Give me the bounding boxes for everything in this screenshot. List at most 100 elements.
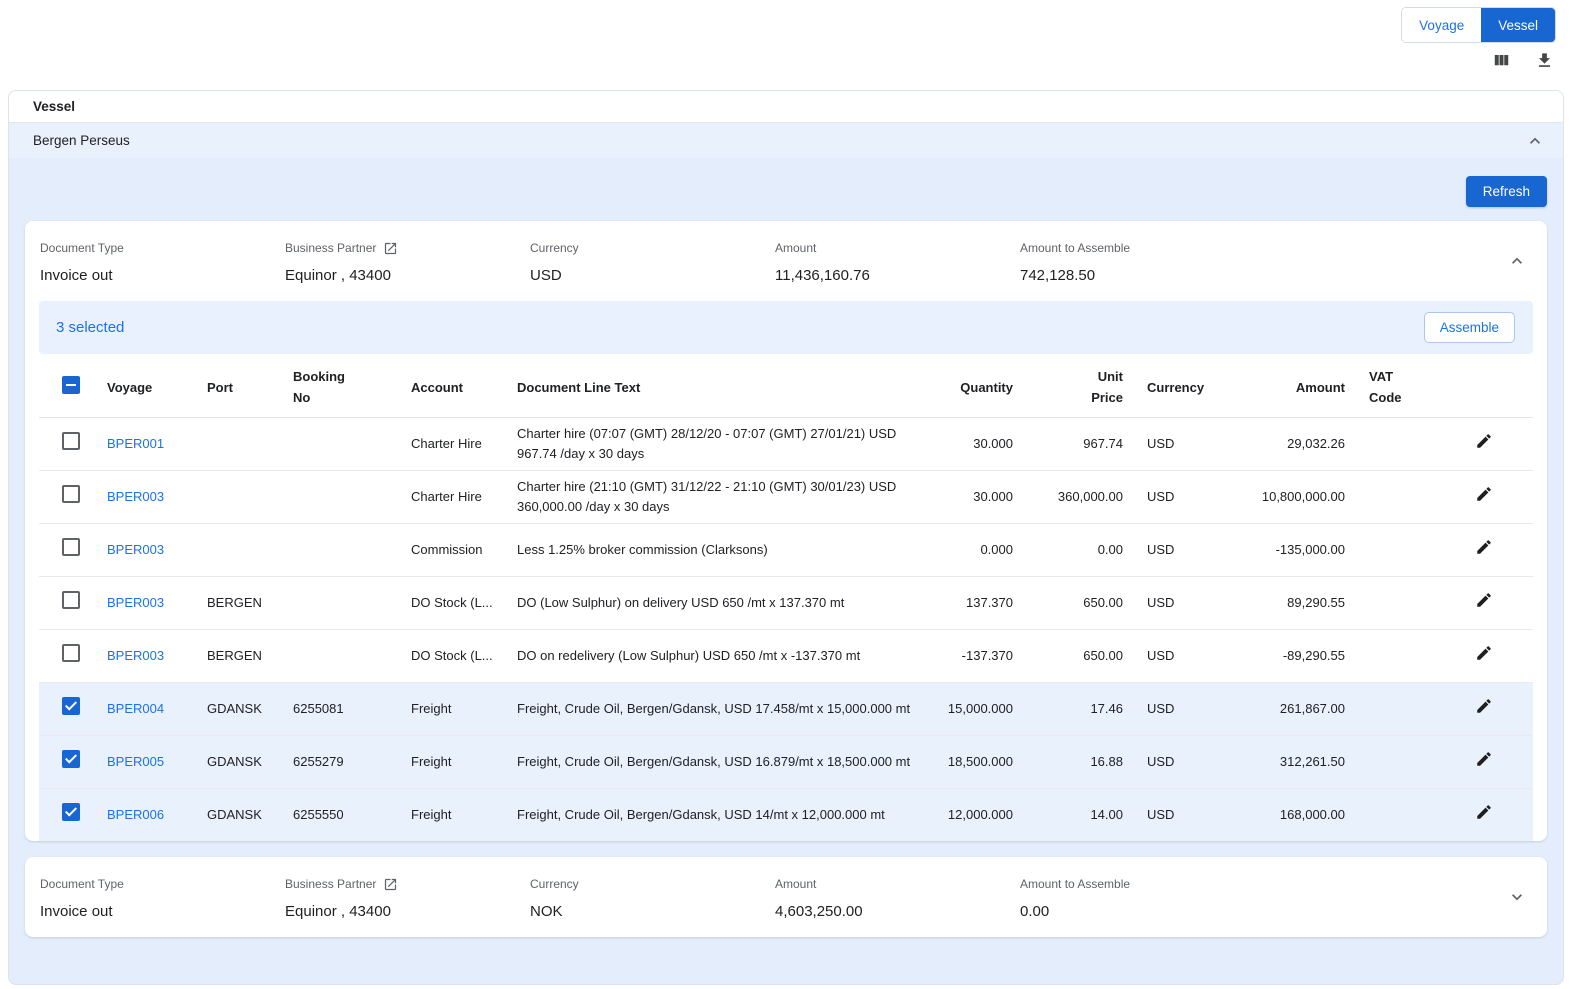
cell-unit-price: 16.88 — [1025, 735, 1135, 788]
field-value: Invoice out — [40, 267, 275, 284]
cell-unit-price: 650.00 — [1025, 576, 1135, 629]
row-checkbox[interactable] — [62, 803, 80, 821]
vessel-toggle-button[interactable]: Vessel — [1481, 8, 1555, 42]
vessel-name: Bergen Perseus — [33, 133, 130, 148]
assemble-button[interactable]: Assemble — [1424, 312, 1515, 343]
selected-count: 3 selected — [56, 319, 124, 336]
field-label: Document Type — [40, 240, 275, 256]
cell-quantity: 0.000 — [925, 523, 1025, 576]
cell-booking-no — [281, 576, 399, 629]
table-row[interactable]: BPER003 BERGEN DO Stock (L... DO (Low Su… — [39, 576, 1533, 629]
edit-icon[interactable] — [1475, 803, 1493, 821]
cell-voyage: BPER003 — [95, 576, 195, 629]
external-link-icon[interactable] — [383, 877, 398, 892]
external-link-icon[interactable] — [383, 241, 398, 256]
cell-account: Commission — [399, 523, 505, 576]
voyage-link[interactable]: BPER003 — [107, 595, 164, 610]
field-label: Amount — [775, 876, 1010, 892]
edit-icon[interactable] — [1475, 697, 1493, 715]
row-checkbox[interactable] — [62, 697, 80, 715]
voyage-link[interactable]: BPER003 — [107, 648, 164, 663]
document-summary: Document Type Invoice out Business Partn… — [25, 221, 1547, 301]
cell-port — [195, 523, 281, 576]
voyage-toggle-button[interactable]: Voyage — [1402, 8, 1481, 42]
cell-amount: -135,000.00 — [1217, 523, 1357, 576]
field-value: Invoice out — [40, 903, 275, 920]
table-row[interactable]: BPER001 Charter Hire Charter hire (07:07… — [39, 417, 1533, 470]
cell-checkbox — [39, 576, 95, 629]
field-value: Equinor , 43400 — [285, 903, 520, 920]
field-value: 11,436,160.76 — [775, 267, 1010, 284]
edit-icon[interactable] — [1475, 644, 1493, 662]
expand-chevron-down-icon[interactable] — [1507, 887, 1527, 907]
cell-account: Freight — [399, 682, 505, 735]
table-row[interactable]: BPER006 GDANSK 6255550 Freight Freight, … — [39, 788, 1533, 841]
row-checkbox[interactable] — [62, 538, 80, 556]
cell-unit-price: 650.00 — [1025, 629, 1135, 682]
field-currency: Currency NOK — [530, 876, 775, 920]
vessel-group-header[interactable]: Bergen Perseus — [9, 123, 1563, 158]
cell-currency: USD — [1135, 682, 1217, 735]
table-row[interactable]: BPER003 Charter Hire Charter hire (21:10… — [39, 470, 1533, 523]
cell-vat-code — [1357, 523, 1435, 576]
field-label-text: Business Partner — [285, 877, 376, 891]
field-label: Amount to Assemble — [1020, 240, 1255, 256]
field-value: 4,603,250.00 — [775, 903, 1010, 920]
column-header-currency: Currency — [1135, 360, 1217, 417]
field-value: NOK — [530, 903, 765, 920]
collapse-chevron-up-icon[interactable] — [1507, 251, 1527, 271]
table-row[interactable]: BPER003 Commission Less 1.25% broker com… — [39, 523, 1533, 576]
edit-icon[interactable] — [1475, 750, 1493, 768]
table-row[interactable]: BPER003 BERGEN DO Stock (L... DO on rede… — [39, 629, 1533, 682]
columns-icon[interactable] — [1492, 51, 1511, 70]
edit-icon[interactable] — [1475, 485, 1493, 503]
voyage-link[interactable]: BPER005 — [107, 754, 164, 769]
field-currency: Currency USD — [530, 240, 775, 284]
cell-actions — [1435, 417, 1533, 470]
cell-vat-code — [1357, 629, 1435, 682]
row-checkbox[interactable] — [62, 432, 80, 450]
cell-currency: USD — [1135, 417, 1217, 470]
edit-icon[interactable] — [1475, 591, 1493, 609]
table-actions — [1492, 51, 1554, 70]
field-value: 0.00 — [1020, 903, 1255, 920]
cell-quantity: 18,500.000 — [925, 735, 1025, 788]
row-checkbox[interactable] — [62, 485, 80, 503]
cell-booking-no: 6255279 — [281, 735, 399, 788]
cell-quantity: 137.370 — [925, 576, 1025, 629]
cell-port: BERGEN — [195, 576, 281, 629]
edit-icon[interactable] — [1475, 432, 1493, 450]
cell-account: DO Stock (L... — [399, 576, 505, 629]
cell-document-line-text: Freight, Crude Oil, Bergen/Gdansk, USD 1… — [505, 735, 925, 788]
cell-document-line-text: Charter hire (21:10 (GMT) 31/12/22 - 21:… — [505, 470, 925, 523]
cell-voyage: BPER004 — [95, 682, 195, 735]
cell-currency: USD — [1135, 788, 1217, 841]
field-value: 742,128.50 — [1020, 267, 1255, 284]
row-checkbox[interactable] — [62, 644, 80, 662]
cell-port: BERGEN — [195, 629, 281, 682]
cell-voyage: BPER006 — [95, 788, 195, 841]
cell-actions — [1435, 470, 1533, 523]
cell-voyage: BPER005 — [95, 735, 195, 788]
row-checkbox[interactable] — [62, 750, 80, 768]
cell-vat-code — [1357, 682, 1435, 735]
select-all-checkbox[interactable] — [62, 376, 80, 394]
voyage-link[interactable]: BPER001 — [107, 436, 164, 451]
voyage-link[interactable]: BPER003 — [107, 489, 164, 504]
table-row[interactable]: BPER004 GDANSK 6255081 Freight Freight, … — [39, 682, 1533, 735]
cell-booking-no — [281, 523, 399, 576]
refresh-button[interactable]: Refresh — [1466, 176, 1547, 207]
voyage-link[interactable]: BPER004 — [107, 701, 164, 716]
cell-document-line-text: Freight, Crude Oil, Bergen/Gdansk, USD 1… — [505, 788, 925, 841]
edit-icon[interactable] — [1475, 538, 1493, 556]
voyage-link[interactable]: BPER006 — [107, 807, 164, 822]
download-icon[interactable] — [1535, 51, 1554, 70]
voyage-link[interactable]: BPER003 — [107, 542, 164, 557]
cell-unit-price: 14.00 — [1025, 788, 1135, 841]
chevron-up-icon[interactable] — [1525, 131, 1545, 151]
cell-voyage: BPER003 — [95, 629, 195, 682]
table-row[interactable]: BPER005 GDANSK 6255279 Freight Freight, … — [39, 735, 1533, 788]
row-checkbox[interactable] — [62, 591, 80, 609]
cell-amount: 10,800,000.00 — [1217, 470, 1357, 523]
field-document-type: Document Type Invoice out — [40, 240, 285, 284]
